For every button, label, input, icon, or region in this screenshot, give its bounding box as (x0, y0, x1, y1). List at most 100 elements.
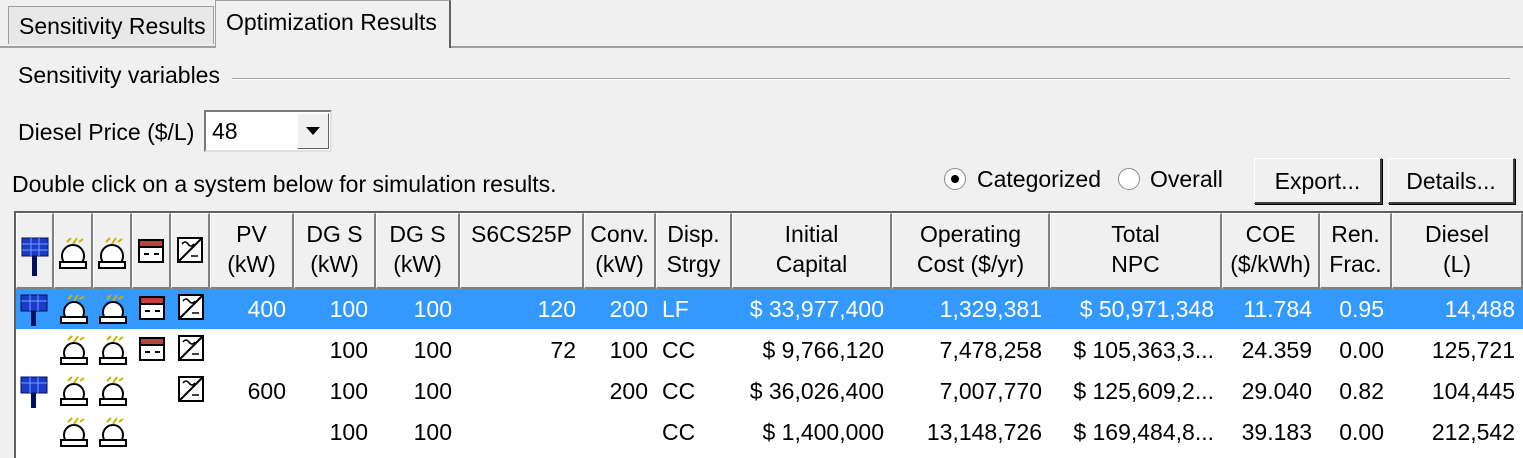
diesel-price-value: 48 (212, 118, 238, 144)
details-label: Details... (1406, 168, 1496, 194)
tab-sensitivity-results[interactable]: Sensitivity Results (8, 6, 214, 44)
cell-diesel: 125,721 (1431, 337, 1515, 363)
tab-label: Sensitivity Results (19, 13, 206, 39)
details-button[interactable]: Details... (1388, 158, 1515, 204)
cell-disp: CC (662, 378, 696, 404)
header-pv[interactable]: PV (kW) (210, 213, 294, 289)
overall-radio[interactable] (1118, 168, 1140, 190)
diesel-generator-icon (59, 237, 87, 269)
diesel-generator-icon (58, 334, 90, 372)
cell-conv (584, 412, 656, 452)
cell-s6cs25p (460, 412, 584, 452)
diesel-generator-icon (58, 293, 90, 331)
header-diesel[interactable]: Diesel (L) (1392, 213, 1523, 289)
header-line2: ($/kWh) (1230, 251, 1311, 277)
cell-total-npc: $ 169,484,8... (1073, 419, 1214, 445)
header-coe[interactable]: COE ($/kWh) (1222, 213, 1320, 289)
cell-ren-frac: 0.00 (1339, 337, 1384, 363)
header-converter-icon-col[interactable] (171, 213, 210, 289)
cell-coe: 29.040 (1241, 378, 1312, 404)
header-dg1[interactable]: DG S (kW) (294, 213, 376, 289)
cell-pv (210, 330, 294, 370)
cell-dg1: 100 (329, 419, 368, 445)
tab-bar: Sensitivity Results Optimization Results (0, 0, 1523, 48)
header-line2: (L) (1442, 251, 1472, 277)
header-line2: (kW) (595, 251, 644, 277)
diesel-generator-icon (97, 416, 129, 454)
cell-operating-cost: 7,478,258 (939, 337, 1042, 363)
diesel-generator-icon (58, 416, 90, 454)
tab-optimization-results[interactable]: Optimization Results (215, 0, 451, 48)
cell-dg2: 100 (413, 296, 452, 322)
header-conv[interactable]: Conv. (kW) (584, 213, 656, 289)
header-pv-icon-col[interactable] (16, 213, 54, 289)
header-line1: Total (1111, 221, 1160, 247)
header-s6cs25p[interactable]: S6CS25P (460, 213, 584, 289)
header-dg2[interactable]: DG S (kW) (376, 213, 460, 289)
cell-total-npc: $ 105,363,3... (1073, 337, 1214, 363)
header-dg2-icon-col[interactable] (93, 213, 132, 289)
cell-operating-cost: 13,148,726 (926, 419, 1042, 445)
cell-initial-capital: $ 1,400,000 (762, 419, 884, 445)
cell-s6cs25p: 72 (550, 337, 576, 363)
battery-icon (138, 293, 166, 327)
header-line1: Ren. (1331, 221, 1380, 247)
cell-coe: 24.359 (1241, 337, 1312, 363)
header-line1: Diesel (1425, 221, 1489, 247)
header-operating-cost[interactable]: Operating Cost ($/yr) (892, 213, 1050, 289)
chevron-down-icon (306, 127, 320, 135)
header-ren-frac[interactable]: Ren. Frac. (1320, 213, 1392, 289)
header-battery-icon-col[interactable] (132, 213, 171, 289)
cell-disp: LF (662, 296, 689, 322)
diesel-generator-icon (97, 293, 129, 331)
cell-dg1: 100 (329, 296, 368, 322)
table-row[interactable]: 100 100 72 100 CC $ 9,766,120 7,478,258 $ 105,3… (16, 330, 1523, 370)
header-initial-capital[interactable]: Initial Capital (732, 213, 892, 289)
cell-dg2: 100 (413, 378, 452, 404)
table-row[interactable]: 100 100 CC $ 1,400,000 13,148,726 $ 169,484,8… (16, 412, 1523, 452)
cell-dg1: 100 (329, 337, 368, 363)
battery-icon (138, 239, 164, 263)
cell-disp: CC (662, 419, 696, 445)
cell-dg2: 100 (413, 337, 452, 363)
cell-s6cs25p (460, 371, 584, 411)
header-line1: DG S (306, 221, 363, 247)
pv-panel-icon (19, 293, 49, 333)
header-line1: Disp. (667, 221, 720, 247)
cell-conv: 200 (609, 378, 648, 404)
cell-disp: CC (662, 337, 696, 363)
cell-conv: 200 (609, 296, 648, 322)
cell-pv (210, 412, 294, 452)
tab-label: Optimization Results (226, 9, 437, 35)
export-button[interactable]: Export... (1254, 158, 1382, 204)
diesel-generator-icon (58, 375, 90, 413)
cell-ren-frac: 0.82 (1339, 378, 1384, 404)
header-line2: NPC (1111, 251, 1160, 277)
header-line2: Capital (775, 251, 848, 277)
cell-dg2: 100 (413, 419, 452, 445)
overall-label: Overall (1150, 166, 1223, 192)
table-row[interactable]: 600 100 100 200 CC $ 36,026,400 7,007,770 $ 125… (16, 371, 1523, 411)
cell-total-npc: $ 50,971,348 (1079, 296, 1214, 322)
sensitivity-group-label: Sensitivity variables (18, 62, 220, 88)
cell-dg1: 100 (329, 378, 368, 404)
pv-panel-icon (21, 237, 48, 276)
dropdown-button[interactable] (297, 113, 329, 149)
optimization-results-table[interactable]: PV (kW) DG S (kW) DG S (kW) S6CS25P Conv. (k… (14, 211, 1523, 458)
header-disp[interactable]: Disp. Strgy (656, 213, 732, 289)
header-dg1-icon-col[interactable] (54, 213, 93, 289)
diesel-price-select[interactable]: 48 (204, 110, 332, 152)
table-row[interactable]: 400 100 100 120 200 LF $ 33,977,400 1,329,381 $ … (16, 289, 1523, 329)
cell-diesel: 104,445 (1431, 378, 1515, 404)
header-line2: (kW) (227, 251, 276, 277)
converter-icon (177, 293, 205, 327)
converter-icon (177, 237, 203, 263)
cell-s6cs25p: 120 (537, 296, 576, 322)
cell-operating-cost: 1,329,381 (939, 296, 1042, 322)
cell-conv: 100 (609, 337, 648, 363)
cell-coe: 11.784 (1243, 296, 1312, 322)
header-total-npc[interactable]: Total NPC (1050, 213, 1222, 289)
header-line1: Operating (919, 221, 1021, 247)
categorized-radio[interactable] (944, 168, 966, 190)
export-label: Export... (1274, 168, 1361, 194)
